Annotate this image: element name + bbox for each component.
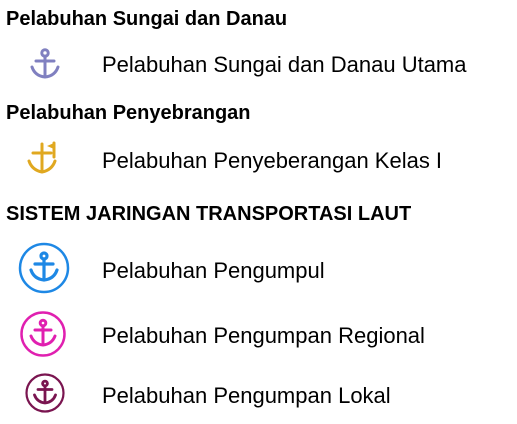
legend-item-river-lake-main-port: Pelabuhan Sungai dan Danau Utama xyxy=(102,52,467,77)
legend-item-collector-port: Pelabuhan Pengumpul xyxy=(102,258,325,283)
anchor-circle-icon xyxy=(25,373,65,413)
anchor-circle-icon xyxy=(20,311,66,357)
section-heading-sea-transport-network: SISTEM JARINGAN TRANSPORTASI LAUT xyxy=(6,203,412,225)
anchor-circle-icon xyxy=(18,242,70,294)
legend-item-ferry-port-class-1: Pelabuhan Penyeberangan Kelas I xyxy=(102,148,443,173)
anchor-icon xyxy=(30,48,60,79)
legend-item-regional-feeder-port: Pelabuhan Pengumpan Regional xyxy=(102,323,425,348)
section-heading-river-lake-ports: Pelabuhan Sungai dan Danau xyxy=(6,8,288,30)
legend-item-local-feeder-port: Pelabuhan Pengumpan Lokal xyxy=(102,383,391,408)
section-heading-ferry-ports: Pelabuhan Penyebrangan xyxy=(6,102,251,124)
anchor-flag-icon xyxy=(27,141,57,174)
